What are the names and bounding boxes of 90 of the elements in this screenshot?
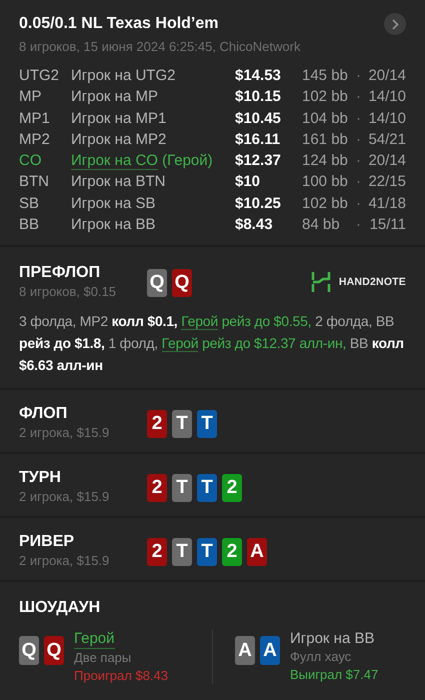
player-name: Игрок на BB [290, 630, 374, 648]
position-label: MP1 [19, 108, 51, 129]
separator-dot: · [356, 151, 362, 172]
playing-card: T [197, 410, 217, 438]
player-name: Игрок на MP [71, 87, 159, 108]
player-name[interactable]: Игрок на CO (Герой) [71, 150, 235, 172]
player-name: Игрок на BB [71, 215, 156, 236]
street-title: РИВЕР [19, 532, 76, 552]
street-info: 8 игроков, $0.15 [19, 283, 118, 300]
stack-bb: 102 bb [302, 194, 349, 214]
stack-bb: 84 bb [302, 215, 341, 236]
logo-text: HAND2NOTE [338, 276, 406, 288]
player-stats: 14/10 [368, 87, 406, 108]
action-summary: 3 фолда, MP2 колл $0.1, Герой рейз до $0.55, 2 фолда, BB рейз до $1.8, 1 фолд, Герой рейз до $12.37 алл-ин, BB колл $6.63 алл-ин [19, 312, 405, 376]
player-stats: 14/10 [368, 108, 406, 129]
hero-link[interactable]: Герой [181, 313, 218, 330]
stack-amount: $12.37 [235, 151, 282, 172]
player-name: Игрок на BTN [71, 172, 166, 192]
position-label: UTG2 [19, 66, 60, 86]
street-info: 2 игрока, $15.9 [19, 552, 110, 570]
stack-amount: $14.53 [235, 66, 282, 86]
stack-amount: $10 [235, 172, 262, 192]
playing-card: 2 [222, 474, 242, 502]
position-label: SB [19, 194, 40, 214]
stack-amount: $10.45 [235, 108, 282, 129]
stack-bb: 161 bb [302, 130, 349, 150]
playing-card: 2 [147, 538, 167, 566]
playing-card: T [197, 474, 217, 502]
position-label: MP [19, 87, 42, 108]
showdown-title: ШОУДАУН [19, 598, 102, 618]
player-name: Игрок на MP2 [71, 130, 168, 150]
stack-amount: $10.15 [235, 87, 282, 108]
chevron-right-icon [391, 18, 399, 30]
playing-card: Q [19, 636, 39, 666]
player-stats: 20/14 [368, 151, 406, 172]
separator-dot: · [356, 87, 362, 108]
separator-dot: · [356, 66, 362, 86]
stack-bb: 145 bb [302, 66, 349, 86]
separator-dot: · [356, 215, 362, 236]
street-title: ФЛОП [19, 404, 68, 424]
separator-dot: · [356, 130, 362, 150]
playing-card: 2 [222, 538, 242, 566]
street-info: 2 игрока, $15.9 [19, 488, 110, 506]
logo-icon [310, 271, 331, 294]
playing-card: Q [44, 636, 64, 666]
game-title: 0.05/0.1 NL Texas Hold’em [19, 14, 218, 34]
playing-card: 2 [147, 474, 167, 502]
player-name: Игрок на SB [71, 194, 156, 214]
player-name: Игрок на MP1 [71, 108, 168, 129]
separator-dot: · [356, 194, 362, 214]
hand-combo: Две пары [74, 649, 132, 668]
playing-card: T [172, 474, 192, 502]
stack-bb: 104 bb [302, 108, 349, 129]
street-info: 2 игрока, $15.9 [19, 424, 110, 442]
hand-result: Выиграл $7.47 [290, 666, 378, 684]
playing-card: A [235, 636, 255, 666]
hand-combo: Фулл хаус [290, 648, 352, 666]
playing-card: Q [172, 269, 192, 298]
stack-amount: $10.25 [235, 194, 282, 214]
playing-card: T [197, 538, 217, 566]
playing-card: Q [147, 269, 167, 298]
separator-dot: · [356, 108, 362, 129]
playing-card: A [247, 538, 267, 566]
playing-card: A [260, 636, 280, 666]
playing-card: T [172, 538, 192, 566]
player-stats: 22/15 [368, 172, 406, 192]
street-title: ТУРН [19, 468, 62, 488]
stack-amount: $16.11 [235, 130, 282, 150]
stack-amount: $8.43 [235, 215, 274, 236]
player-name: Игрок на UTG2 [71, 66, 176, 86]
stack-bb: 100 bb [302, 172, 349, 192]
stack-bb: 124 bb [302, 151, 349, 172]
player-stats: 54/21 [368, 130, 406, 150]
game-info: 8 игроков, 15 июня 2024 6:25:45, ChicoNetwork [19, 38, 302, 55]
player-stats: 15/11 [368, 215, 406, 236]
playing-card: 2 [147, 410, 167, 438]
separator-dot: · [356, 172, 362, 192]
hero-link[interactable]: Герой [162, 335, 198, 352]
position-label: BTN [19, 172, 50, 192]
player-name[interactable]: Герой [74, 630, 115, 650]
player-stats: 41/18 [368, 194, 406, 214]
position-label: BB [19, 215, 40, 236]
street-title: ПРЕФЛОП [19, 263, 102, 284]
playing-card: T [172, 410, 192, 438]
stack-bb: 102 bb [302, 87, 349, 108]
player-stats: 20/14 [368, 66, 406, 86]
position-label: MP2 [19, 130, 51, 150]
hand-result: Проиграл $8.43 [74, 667, 168, 684]
position-label: CO [19, 151, 42, 172]
next-button[interactable] [384, 13, 406, 35]
